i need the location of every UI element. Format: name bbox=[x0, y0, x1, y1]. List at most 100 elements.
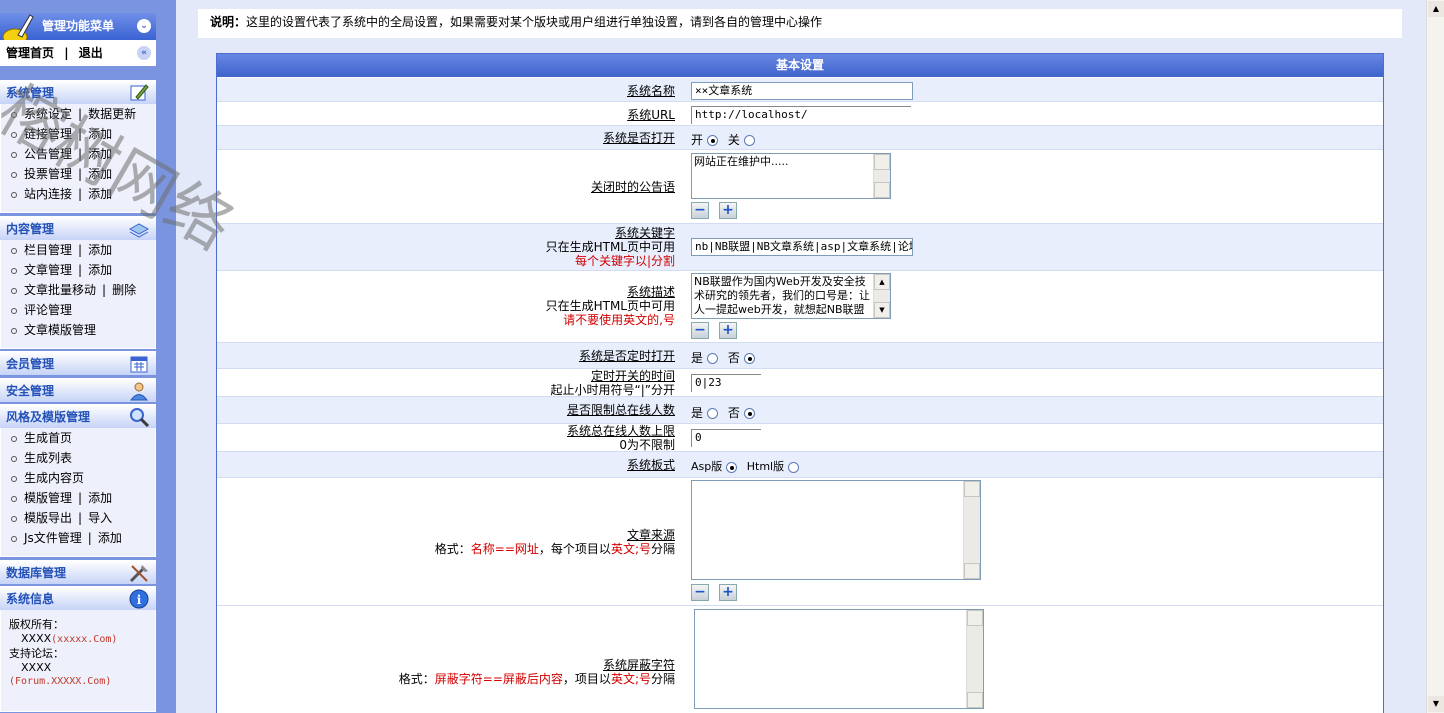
open-time-input[interactable]: 0|23 bbox=[691, 374, 761, 392]
expand-button[interactable]: + bbox=[719, 584, 737, 601]
menu-item: 生成列表 bbox=[1, 448, 155, 468]
menu-link[interactable]: 添加 bbox=[88, 243, 112, 257]
menu-link[interactable]: 文章管理 bbox=[24, 263, 72, 277]
menu-link[interactable]: 投票管理 bbox=[24, 167, 72, 181]
menu-link[interactable]: 系统设定 bbox=[24, 107, 72, 121]
logout-link[interactable]: 退出 bbox=[79, 46, 103, 60]
menu-link[interactable]: Js文件管理 bbox=[24, 531, 82, 545]
version-html-radio[interactable] bbox=[788, 461, 800, 473]
row-filter-words: 系统屏蔽字符 格式：屏蔽字符==屏蔽后内容，项目以英文;号分隔 bbox=[217, 606, 1383, 713]
expand-button[interactable]: + bbox=[719, 322, 737, 339]
menu-link[interactable]: 删除 bbox=[112, 283, 136, 297]
row-open-time: 定时开关的时间 起止小时用符号“|”分开 0|23 bbox=[217, 369, 1383, 397]
menu-link[interactable]: 模版导出 bbox=[24, 511, 72, 525]
limit-online-yes-radio[interactable] bbox=[707, 408, 719, 419]
magnifier-icon bbox=[130, 408, 150, 427]
menu-link[interactable]: 添加 bbox=[88, 167, 112, 181]
description-textarea[interactable]: NB联盟作为国内Web开发及安全技术研究的领先者，我们的口号是：让人一提起web… bbox=[691, 273, 891, 319]
row-sources: 文章来源 格式：名称==网址，每个项目以英文;号分隔 − + bbox=[217, 478, 1383, 606]
sources-hint-d: 英文;号 bbox=[610, 542, 651, 556]
menu-item: 站内连接 | 添加 bbox=[1, 184, 155, 204]
site-url-input[interactable]: http://localhost/ bbox=[691, 106, 911, 124]
menu-link[interactable]: 生成首页 bbox=[24, 431, 72, 445]
row-close-notice: 关闭时的公告语 网站正在维护中..... − + bbox=[217, 150, 1383, 224]
copyright-link[interactable]: (xxxxx.Com) bbox=[51, 634, 117, 645]
row-site-url: 系统URL http://localhost/ bbox=[217, 102, 1383, 126]
menu-item: 文章批量移动 | 删除 bbox=[1, 280, 155, 300]
expand-button[interactable]: + bbox=[719, 202, 737, 219]
keywords-hint-red: 每个关键字以|分割 bbox=[574, 254, 675, 268]
menu-link[interactable]: 添加 bbox=[88, 263, 112, 277]
section-database: 数据库管理 bbox=[0, 560, 156, 584]
menu-item: 生成内容页 bbox=[1, 468, 155, 488]
description-hint-red: 请不要使用英文的,号 bbox=[563, 313, 675, 327]
menu-item: 生成首页 bbox=[1, 428, 155, 448]
menu-link[interactable]: 添加 bbox=[88, 491, 112, 505]
section-info-header[interactable]: 系统信息 i bbox=[0, 586, 156, 610]
stack-icon bbox=[128, 223, 150, 238]
keywords-input[interactable]: nb|NB联盟|NB文章系统|asp|文章系统|论坛 bbox=[691, 238, 913, 256]
sources-textarea[interactable] bbox=[691, 480, 981, 580]
row-site-name: 系统名称 ××文章系统 bbox=[217, 78, 1383, 102]
version-asp-radio[interactable] bbox=[726, 461, 738, 473]
menu-link[interactable]: 栏目管理 bbox=[24, 243, 72, 257]
menu-link[interactable]: 生成内容页 bbox=[24, 471, 84, 485]
menu-link[interactable]: 导入 bbox=[88, 511, 112, 525]
description-hint: 只在生成HTML页中可用 bbox=[545, 299, 675, 313]
shrink-button[interactable]: − bbox=[691, 322, 709, 339]
section-database-header[interactable]: 数据库管理 bbox=[0, 560, 156, 584]
menu-link[interactable]: 文章模版管理 bbox=[24, 323, 96, 337]
filter-words-textarea[interactable] bbox=[694, 609, 984, 709]
page-scrollbar[interactable]: ▲ ▼ bbox=[1426, 0, 1444, 713]
close-notice-textarea[interactable]: 网站正在维护中..... bbox=[691, 153, 891, 199]
forum-label: 支持论坛： bbox=[9, 647, 64, 660]
user-icon bbox=[130, 382, 148, 401]
section-content-header[interactable]: 内容管理 bbox=[0, 216, 156, 240]
menu-link[interactable]: 生成列表 bbox=[24, 451, 72, 465]
sources-hint-c: ，每个项目以 bbox=[538, 542, 611, 556]
menu-link[interactable]: 添加 bbox=[88, 187, 112, 201]
section-system-header[interactable]: 系统管理 bbox=[0, 80, 156, 104]
site-name-label: 系统名称 bbox=[626, 84, 675, 98]
menu-link[interactable]: 模版管理 bbox=[24, 491, 72, 505]
menu-link[interactable]: 添加 bbox=[88, 127, 112, 141]
scroll-up-icon[interactable]: ▲ bbox=[1428, 1, 1444, 17]
main-content: 说明：这里的设置代表了系统中的全局设置，如果需要对某个版块或用户组进行单独设置，… bbox=[176, 0, 1426, 713]
site-open-yes-label: 开 bbox=[691, 133, 704, 147]
menu-link[interactable]: 添加 bbox=[88, 147, 112, 161]
limit-online-no-radio[interactable] bbox=[743, 408, 755, 419]
menu-link[interactable]: 数据更新 bbox=[88, 107, 136, 121]
site-open-no-radio[interactable] bbox=[743, 135, 755, 146]
menu-link[interactable]: 评论管理 bbox=[24, 303, 72, 317]
menu-link[interactable]: 链接管理 bbox=[24, 127, 72, 141]
forum-link[interactable]: (Forum.XXXXX.Com) bbox=[9, 675, 155, 689]
timed-open-no-label: 否 bbox=[727, 351, 740, 365]
shrink-button[interactable]: − bbox=[691, 584, 709, 601]
shrink-button[interactable]: − bbox=[691, 202, 709, 219]
section-system-items: 系统设定 | 数据更新 链接管理 | 添加 公告管理 | 添加 投票管理 | 添加 站内连接 | 添… bbox=[0, 104, 156, 213]
site-name-input[interactable]: ××文章系统 bbox=[691, 82, 913, 100]
collapse-menu-icon[interactable]: ⌄ bbox=[137, 19, 151, 33]
section-members-header[interactable]: 会员管理 bbox=[0, 351, 156, 375]
open-time-hint: 起止小时用符号“|”分开 bbox=[550, 383, 675, 397]
admin-home-link[interactable]: 管理首页 bbox=[6, 46, 54, 60]
close-notice-label: 关闭时的公告语 bbox=[590, 180, 675, 194]
site-open-yes-radio[interactable] bbox=[707, 135, 719, 146]
menu-link[interactable]: 站内连接 bbox=[24, 187, 72, 201]
section-templates-header[interactable]: 风格及模版管理 bbox=[0, 404, 156, 428]
row-description: 系统描述 只在生成HTML页中可用 请不要使用英文的,号 NB联盟作为国内Web… bbox=[217, 271, 1383, 343]
keywords-hint: 只在生成HTML页中可用 bbox=[545, 240, 675, 254]
menu-link[interactable]: 添加 bbox=[98, 531, 122, 545]
max-online-input[interactable]: 0 bbox=[691, 429, 761, 447]
system-info-box: 版权所有： XXXX(xxxxx.Com) 支持论坛： XXXX (Forum.… bbox=[0, 610, 156, 712]
section-members: 会员管理 bbox=[0, 351, 156, 375]
hide-sidebar-icon[interactable]: « bbox=[137, 46, 151, 60]
timed-open-no-radio[interactable] bbox=[743, 353, 755, 364]
svg-text:i: i bbox=[137, 593, 142, 607]
timed-open-yes-radio[interactable] bbox=[707, 353, 719, 364]
scroll-down-icon[interactable]: ▼ bbox=[1428, 696, 1444, 712]
menu-link[interactable]: 文章批量移动 bbox=[24, 283, 96, 297]
section-security-header[interactable]: 安全管理 bbox=[0, 378, 156, 402]
menu-link[interactable]: 公告管理 bbox=[24, 147, 72, 161]
limit-online-yes-label: 是 bbox=[691, 406, 704, 420]
